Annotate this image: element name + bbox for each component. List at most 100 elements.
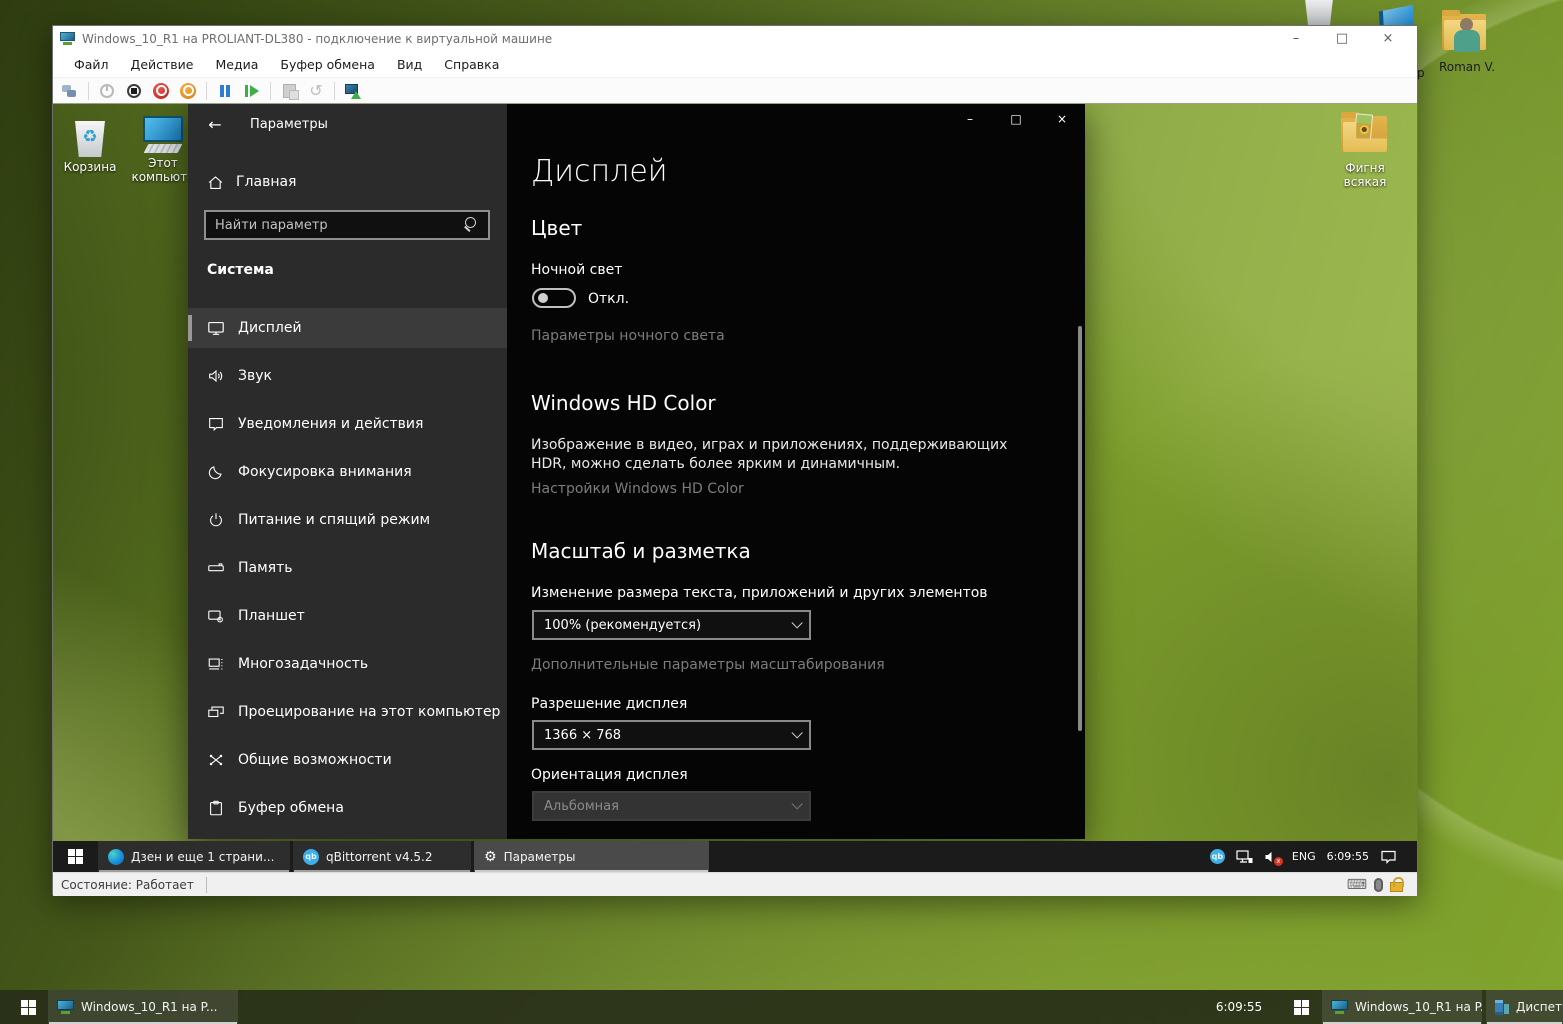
vm-folder-misc[interactable]: Фигнявсякая	[1333, 112, 1397, 189]
vm-clock[interactable]: 6:09:55	[1327, 850, 1369, 863]
vm-task-qbittorrent[interactable]: qb qBittorrent v4.5.2	[293, 841, 471, 872]
menu-action[interactable]: Действие	[120, 53, 205, 76]
sidebar-item-home[interactable]: Главная	[188, 164, 507, 200]
vmconnect-icon	[60, 32, 75, 45]
notifications-icon	[207, 415, 225, 433]
settings-maximize-button[interactable]: □	[993, 104, 1039, 133]
turn-off-icon[interactable]	[125, 82, 143, 100]
sound-icon	[207, 367, 225, 385]
save-state-icon[interactable]	[179, 82, 197, 100]
orientation-dropdown: Альбомная	[532, 791, 811, 821]
power-disabled-icon	[98, 82, 116, 100]
hd-color-heading: Windows HD Color	[531, 391, 716, 415]
search-input[interactable]	[206, 218, 462, 233]
this-pc-icon	[143, 116, 183, 142]
selected-accent-bar	[188, 315, 192, 341]
hd-color-settings-link[interactable]: Настройки Windows HD Color	[531, 481, 744, 497]
home-icon	[207, 174, 224, 191]
sidebar-item-display[interactable]: Дисплей	[188, 308, 507, 348]
sidebar-item-tablet[interactable]: Планшет	[188, 596, 507, 636]
volume-muted-icon[interactable]: x	[1264, 849, 1281, 865]
projecting-icon	[207, 703, 225, 721]
host-task-vmconnect-secondary[interactable]: Windows_10_R1 на P...	[1322, 990, 1482, 1024]
host-start-button-secondary[interactable]	[1282, 990, 1320, 1024]
close-button[interactable]: ×	[1365, 26, 1411, 51]
vm-titlebar[interactable]: Windows_10_R1 на PROLIANT-DL380 - подклю…	[53, 26, 1417, 51]
vm-status-text: Состояние: Работает	[61, 878, 194, 892]
network-icon[interactable]	[1236, 849, 1253, 865]
mouse-icon	[1374, 878, 1383, 892]
sidebar-item-multitasking[interactable]: Многозадачность	[188, 644, 507, 684]
night-light-state: Откл.	[588, 291, 629, 307]
host-clock[interactable]: 6:09:55	[1206, 990, 1272, 1024]
resolution-dropdown[interactable]: 1366 × 768	[532, 720, 811, 750]
scrollbar-thumb[interactable]	[1078, 326, 1082, 731]
settings-app-title: Параметры	[250, 117, 328, 132]
chevron-down-icon	[791, 727, 802, 738]
host-task-vmconnect[interactable]: Windows_10_R1 на P...	[48, 990, 238, 1024]
settings-content: – □ × Дисплей Цвет Ночной свет Откл. Пар…	[507, 104, 1085, 839]
display-icon	[207, 319, 225, 337]
sidebar-item-projecting[interactable]: Проецирование на этот компьютер	[188, 692, 507, 732]
sidebar-item-clipboard[interactable]: Буфер обмена	[188, 788, 507, 828]
settings-sidebar: ← Параметры Главная Система Дисп	[188, 104, 507, 839]
storage-icon	[207, 559, 225, 577]
sidebar-item-sound[interactable]: Звук	[188, 356, 507, 396]
vm-taskbar: Дзен и еще 1 страни... qb qBittorrent v4…	[53, 841, 1417, 872]
host-start-button[interactable]	[8, 990, 48, 1024]
minimize-button[interactable]: –	[1273, 26, 1319, 51]
advanced-scaling-link[interactable]: Дополнительные параметры масштабирования	[531, 657, 885, 673]
menu-media[interactable]: Медиа	[204, 53, 269, 76]
sidebar-item-focus-assist[interactable]: Фокусировка внимания	[188, 452, 507, 492]
menu-clipboard[interactable]: Буфер обмена	[269, 53, 386, 76]
vm-this-pc[interactable]: Этоткомпьюте	[131, 112, 195, 184]
chevron-down-icon	[791, 798, 802, 809]
host-recycle-bin-icon[interactable]	[1293, 0, 1345, 26]
vm-start-button[interactable]	[53, 841, 98, 872]
qbittorrent-tray-icon[interactable]: qb	[1210, 849, 1225, 864]
language-indicator[interactable]: ENG	[1292, 850, 1316, 863]
vm-statusbar: Состояние: Работает ⌨	[53, 872, 1417, 896]
shutdown-icon[interactable]	[152, 82, 170, 100]
back-button[interactable]: ←	[198, 110, 232, 138]
resolution-label: Разрешение дисплея	[531, 696, 687, 712]
sidebar-item-storage[interactable]: Память	[188, 548, 507, 588]
tablet-icon	[207, 607, 225, 625]
night-light-settings-link[interactable]: Параметры ночного света	[531, 328, 725, 344]
host-taskbar: Windows_10_R1 на P... 6:09:55 Windows_10…	[0, 990, 1563, 1024]
vm-task-edge[interactable]: Дзен и еще 1 страни...	[98, 841, 290, 872]
keyboard-icon: ⌨	[1347, 877, 1367, 893]
checkpoint-disabled-icon	[280, 82, 298, 100]
settings-search[interactable]	[204, 210, 490, 240]
vm-window-title: Windows_10_R1 на PROLIANT-DL380 - подклю…	[82, 32, 552, 46]
vm-toolbar: ↺	[53, 78, 1417, 104]
resume-icon[interactable]	[243, 82, 261, 100]
vmconnect-icon	[1331, 1000, 1348, 1014]
vm-recycle-bin[interactable]: ♻ Корзина	[58, 109, 122, 174]
qbittorrent-icon: qb	[303, 849, 319, 865]
vm-system-tray: qb x ENG 6:09:55	[1210, 841, 1417, 872]
menu-file[interactable]: Файл	[63, 53, 120, 76]
night-light-toggle[interactable]	[532, 288, 576, 308]
sidebar-item-notifications[interactable]: Уведомления и действия	[188, 404, 507, 444]
menu-view[interactable]: Вид	[386, 53, 433, 76]
clipboard-icon	[207, 799, 225, 817]
enhanced-session-icon[interactable]	[344, 82, 362, 100]
menu-help[interactable]: Справка	[433, 53, 510, 76]
settings-minimize-button[interactable]: –	[947, 104, 993, 133]
vm-connection-window: Windows_10_R1 на PROLIANT-DL380 - подклю…	[52, 25, 1418, 895]
settings-close-button[interactable]: ×	[1039, 104, 1085, 133]
switch-display-icon[interactable]	[61, 82, 79, 100]
maximize-button[interactable]: □	[1319, 26, 1365, 51]
vm-menubar: Файл Действие Медиа Буфер обмена Вид Спр…	[53, 51, 1417, 78]
host-user-folder[interactable]	[1442, 10, 1492, 58]
sidebar-item-shared-experiences[interactable]: Общие возможности	[188, 740, 507, 780]
sidebar-item-power[interactable]: Питание и спящий режим	[188, 500, 507, 540]
gear-icon: ⚙	[484, 850, 497, 864]
pause-icon[interactable]	[216, 82, 234, 100]
action-center-icon[interactable]	[1380, 849, 1397, 864]
search-icon[interactable]	[462, 215, 482, 235]
host-task-taskmanager[interactable]: Диспетчер	[1486, 990, 1563, 1024]
vm-task-settings[interactable]: ⚙ Параметры	[474, 841, 709, 872]
scaling-dropdown[interactable]: 100% (рекомендуется)	[532, 610, 811, 640]
